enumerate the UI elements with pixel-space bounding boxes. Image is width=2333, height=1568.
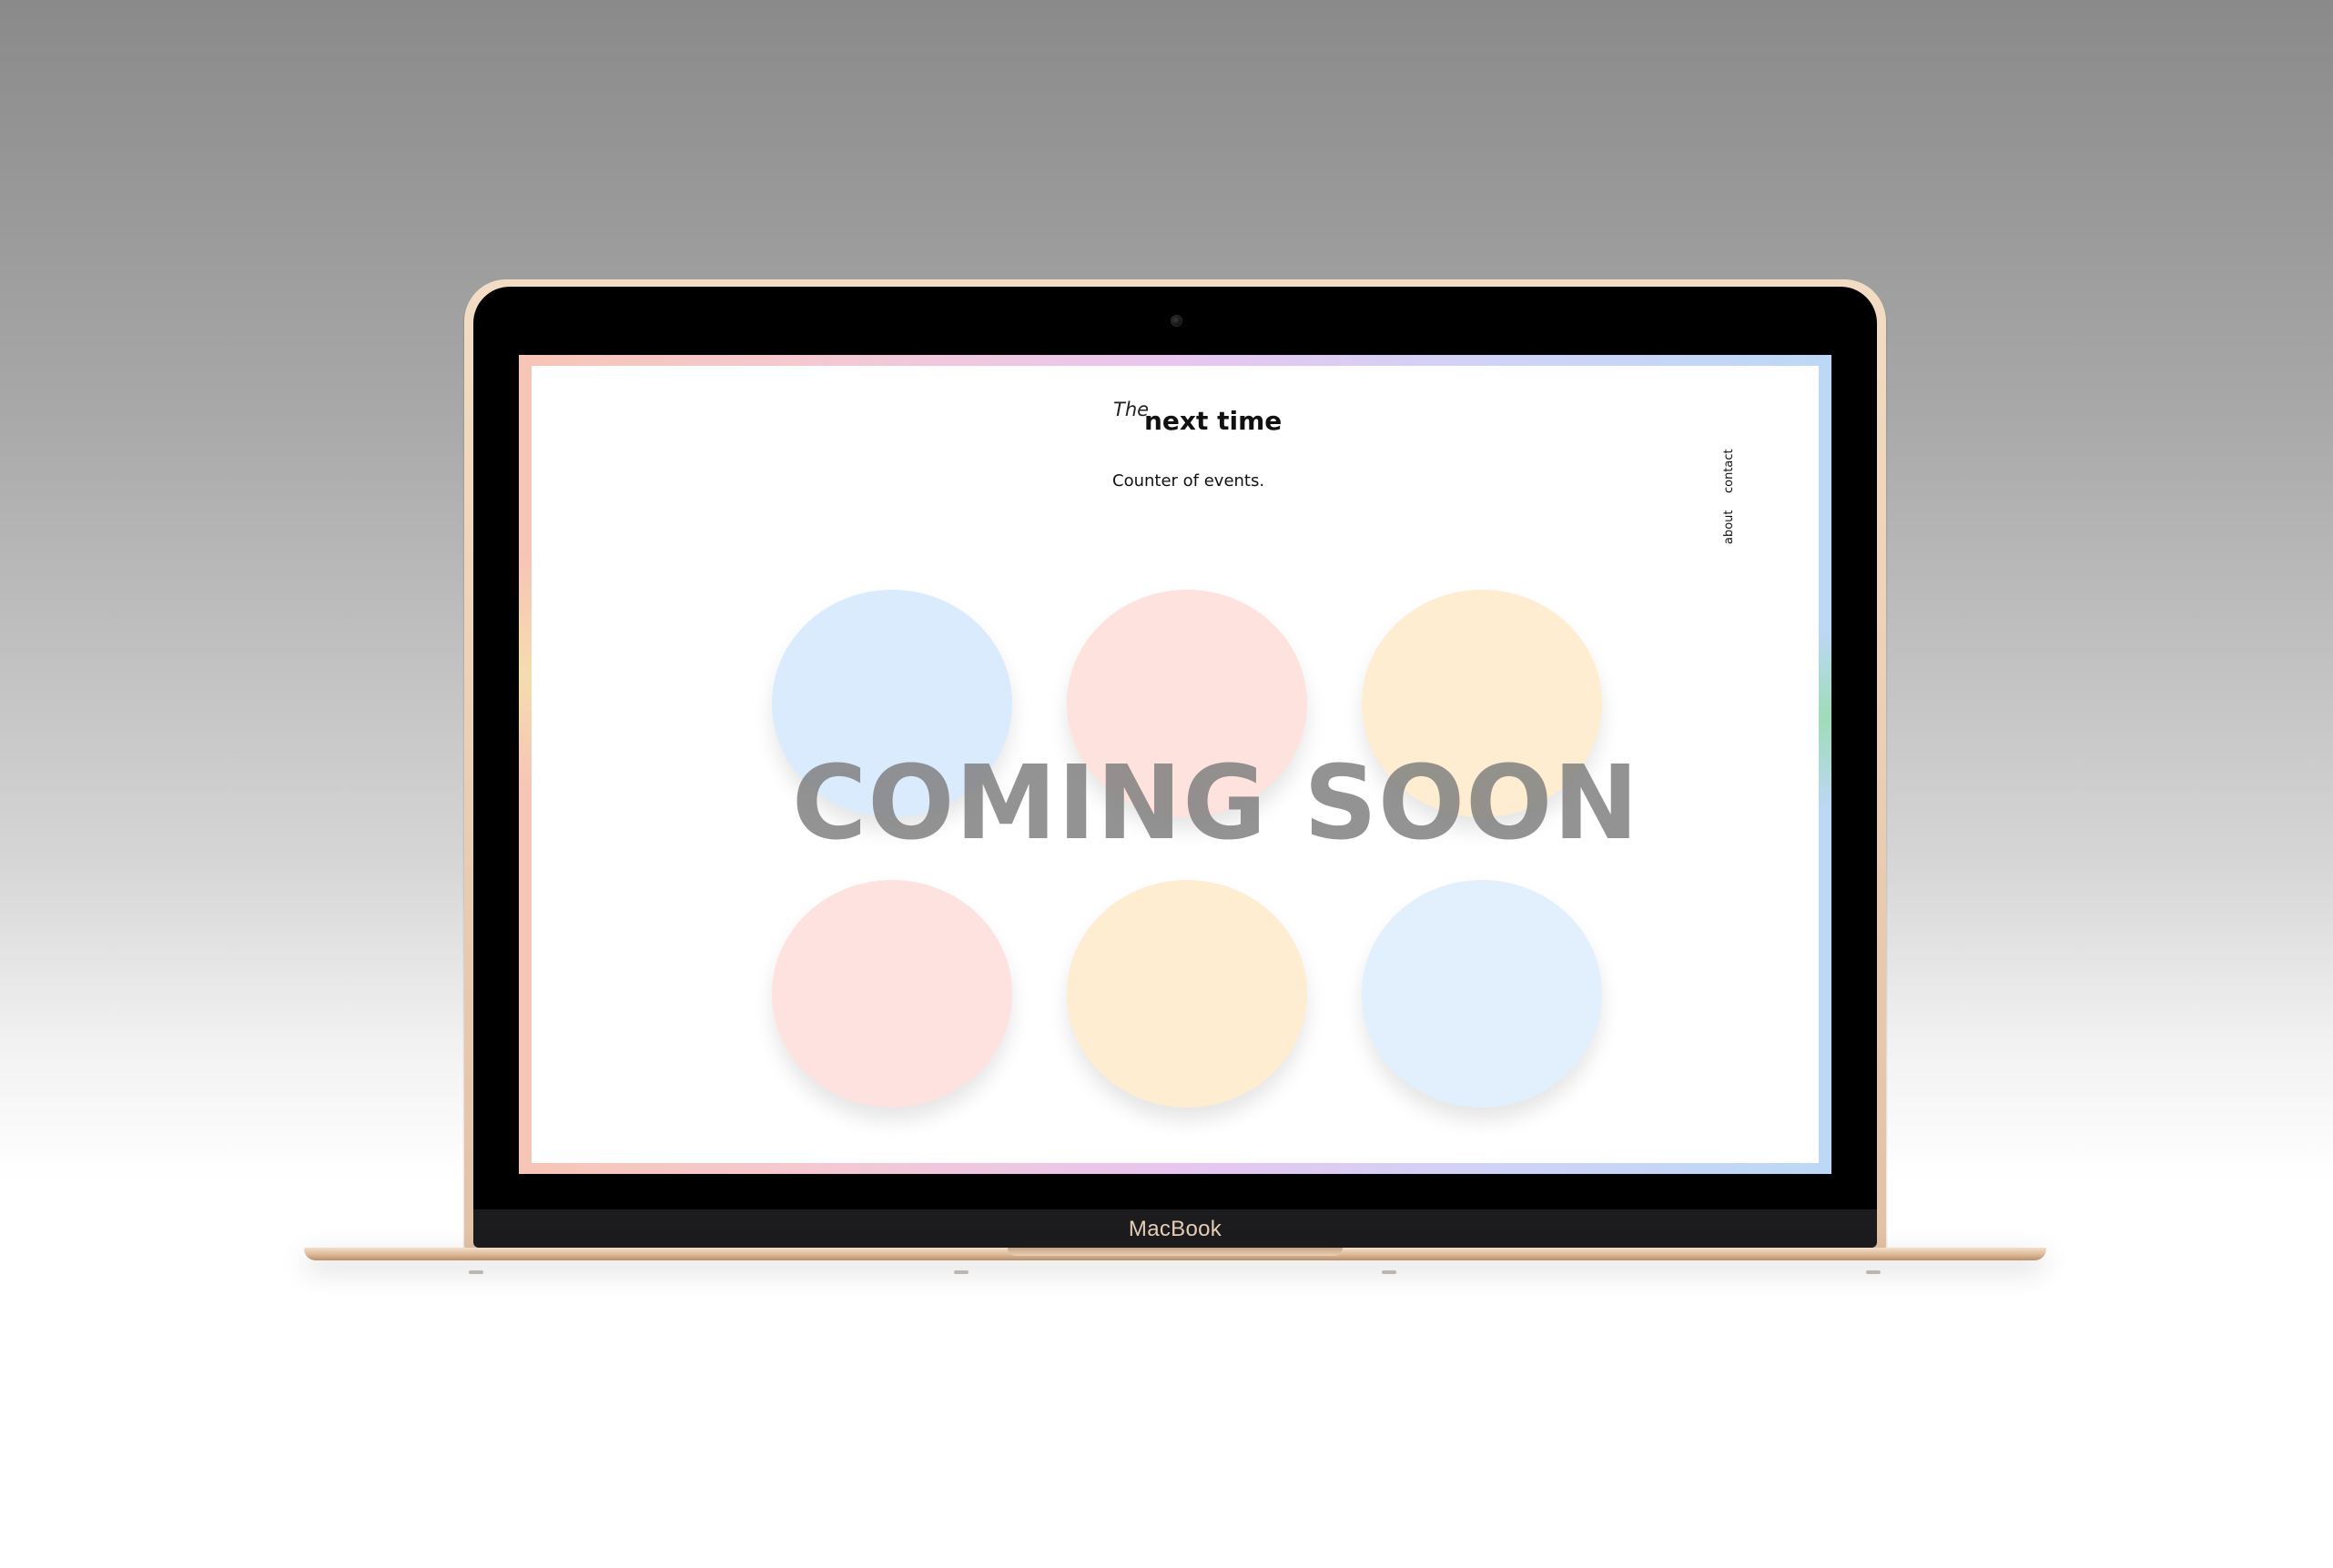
circle-4 bbox=[772, 880, 1012, 1108]
laptop-hinge-notch bbox=[1008, 1248, 1343, 1256]
laptop-foot bbox=[954, 1270, 969, 1274]
logo-title: next time bbox=[1144, 406, 1283, 436]
frame-accent-left bbox=[519, 555, 532, 792]
nav-link-about[interactable]: about bbox=[1722, 510, 1736, 544]
circle-5 bbox=[1067, 880, 1307, 1108]
laptop-foot bbox=[469, 1270, 483, 1274]
site-tagline: Counter of events. bbox=[1112, 471, 1265, 491]
laptop-chin: MacBook bbox=[473, 1209, 1877, 1248]
laptop-foot bbox=[1866, 1270, 1881, 1274]
macbook-logo-text: MacBook bbox=[1128, 1217, 1222, 1241]
frame-accent-right bbox=[1819, 628, 1831, 810]
coming-soon-headline: COMING SOON bbox=[792, 744, 1640, 863]
laptop-foot bbox=[1382, 1270, 1396, 1274]
site-logo[interactable]: The next time bbox=[1101, 399, 1282, 439]
circle-6 bbox=[1362, 880, 1602, 1108]
vertical-nav: contact about bbox=[1720, 446, 1742, 546]
camera-icon bbox=[1171, 315, 1182, 327]
nav-link-contact[interactable]: contact bbox=[1722, 449, 1736, 493]
